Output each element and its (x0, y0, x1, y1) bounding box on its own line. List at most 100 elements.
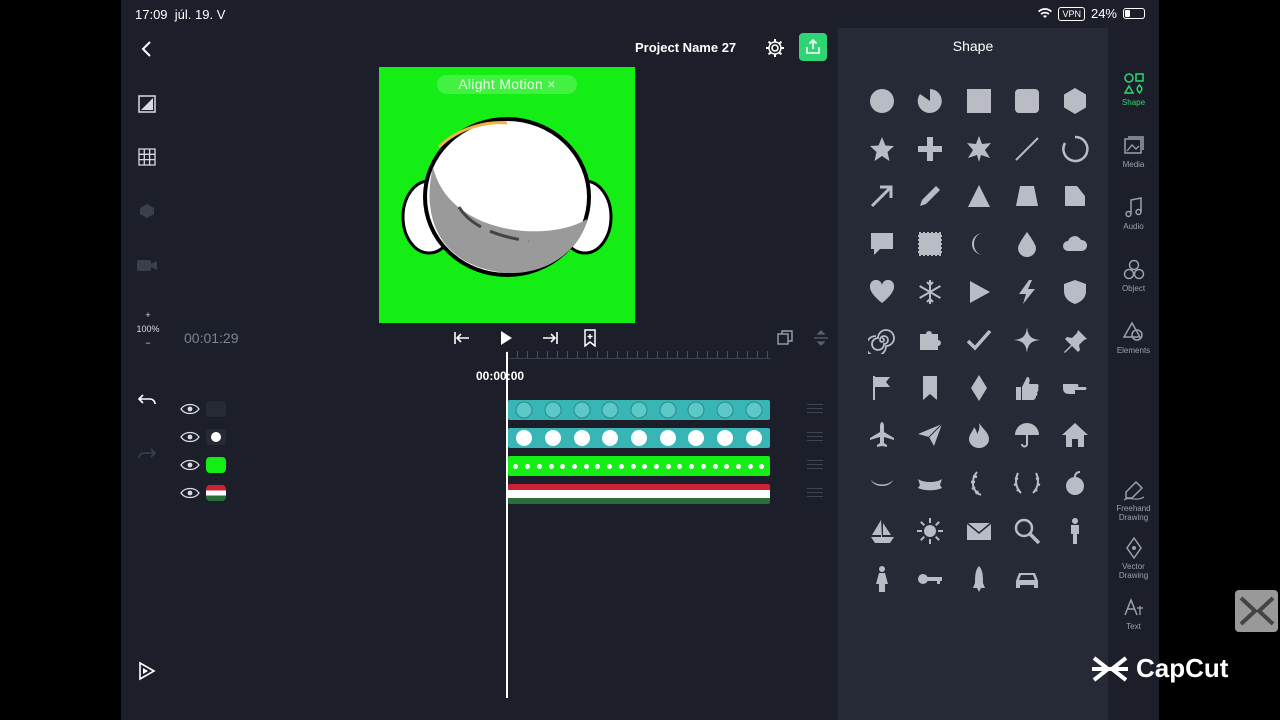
shape-envelope[interactable] (955, 507, 1003, 555)
shape-cross[interactable] (906, 125, 954, 173)
shape-star[interactable] (858, 125, 906, 173)
shape-magnifier[interactable] (1003, 507, 1051, 555)
timeline-clip[interactable] (508, 456, 770, 476)
shape-diamond[interactable] (955, 364, 1003, 412)
shape-laurel[interactable] (1003, 459, 1051, 507)
eye-icon[interactable] (180, 487, 200, 499)
eye-icon[interactable] (180, 431, 200, 443)
shape-bookmark[interactable] (906, 364, 954, 412)
shape-smile-curve[interactable] (858, 459, 906, 507)
shape-pushpin[interactable] (1051, 316, 1099, 364)
shape-fruit[interactable] (1051, 459, 1099, 507)
shape-drop[interactable] (1003, 220, 1051, 268)
shape-car[interactable] (1003, 555, 1051, 603)
nav-shape[interactable]: Shape (1108, 72, 1159, 107)
shape-cloud[interactable] (1051, 220, 1099, 268)
shape-triangle[interactable] (955, 173, 1003, 221)
shape-pointing-hand[interactable] (1051, 364, 1099, 412)
zoom-out-button[interactable]: − (131, 336, 165, 350)
timeline-ruler[interactable] (507, 351, 771, 359)
drag-handle-icon[interactable] (807, 429, 823, 444)
shape-spiral[interactable] (858, 316, 906, 364)
jump-start-button[interactable] (451, 327, 473, 349)
shape-person-female[interactable] (858, 555, 906, 603)
shape-flame[interactable] (955, 412, 1003, 460)
shape-circle[interactable] (858, 77, 906, 125)
shape-star-burst[interactable] (955, 125, 1003, 173)
nav-audio[interactable]: Audio (1108, 196, 1159, 231)
layer-row[interactable] (176, 455, 236, 477)
shape-flag[interactable] (858, 364, 906, 412)
drag-handle-icon[interactable] (807, 401, 823, 416)
bookmark-button[interactable] (579, 327, 601, 349)
shape-umbrella[interactable] (1003, 412, 1051, 460)
track-height-button[interactable] (810, 327, 832, 349)
shape-arc[interactable] (1051, 125, 1099, 173)
layer-row[interactable] (176, 399, 236, 421)
undo-button[interactable] (135, 388, 159, 412)
shape-sparkle[interactable] (1003, 316, 1051, 364)
shape-pencil[interactable] (906, 173, 954, 221)
eye-icon[interactable] (180, 459, 200, 471)
shape-hexagon[interactable] (1051, 77, 1099, 125)
nav-elements[interactable]: Elements (1108, 320, 1159, 355)
nav-media[interactable]: Media (1108, 134, 1159, 169)
alight-motion-watermark[interactable]: Alight Motion × (437, 75, 577, 94)
shape-laurel-left[interactable] (955, 459, 1003, 507)
camera-button[interactable] (135, 253, 159, 277)
shape-person-male[interactable] (1051, 507, 1099, 555)
timeline-clip[interactable] (508, 484, 770, 504)
shape-shield[interactable] (1051, 268, 1099, 316)
shape-line[interactable] (1003, 125, 1051, 173)
shape-play[interactable] (955, 268, 1003, 316)
layer-row[interactable] (176, 483, 236, 505)
add-layer-button[interactable] (135, 659, 159, 683)
shape-airplane[interactable] (858, 412, 906, 460)
play-button[interactable] (495, 327, 517, 349)
timeline-clip[interactable] (508, 428, 770, 448)
shape-arrow[interactable] (858, 173, 906, 221)
drag-handle-icon[interactable] (807, 457, 823, 472)
export-button[interactable] (799, 33, 827, 61)
timeline-clip[interactable] (508, 400, 770, 420)
jump-end-button[interactable] (539, 327, 561, 349)
shape-thumbs-up[interactable] (1003, 364, 1051, 412)
shape-square[interactable] (955, 77, 1003, 125)
shape-corner-shape[interactable] (1051, 173, 1099, 221)
layer-row[interactable] (176, 427, 236, 449)
redo-button[interactable] (135, 442, 159, 466)
shape-key[interactable] (906, 555, 954, 603)
shape-crescent[interactable] (955, 220, 1003, 268)
shape-sun[interactable] (906, 507, 954, 555)
duplicate-button[interactable] (774, 327, 796, 349)
shape-paper-plane[interactable] (906, 412, 954, 460)
project-title[interactable]: Project Name 27 (635, 40, 736, 55)
shape-checkmark[interactable] (955, 316, 1003, 364)
zoom-in-button[interactable]: + (131, 308, 165, 322)
shape-stamp[interactable] (906, 220, 954, 268)
drag-handle-icon[interactable] (807, 485, 823, 500)
back-button[interactable] (135, 37, 159, 61)
shape-rocket[interactable] (955, 555, 1003, 603)
shape-trapezoid[interactable] (1003, 173, 1051, 221)
shape-rounded-square[interactable] (1003, 77, 1051, 125)
shape-banner[interactable] (906, 459, 954, 507)
canvas-preview[interactable]: Alight Motion × (379, 67, 635, 323)
shape-house[interactable] (1051, 412, 1099, 460)
grid-button[interactable] (135, 145, 159, 169)
eye-icon[interactable] (180, 403, 200, 415)
nav-freehand[interactable]: Freehand Drawing (1108, 478, 1159, 522)
settings-gear-icon[interactable] (764, 37, 786, 59)
shape-speech-bubble[interactable] (858, 220, 906, 268)
nav-object[interactable]: Object (1108, 258, 1159, 293)
shape-pie[interactable] (906, 77, 954, 125)
shape-puzzle[interactable] (906, 316, 954, 364)
shape-lightning[interactable] (1003, 268, 1051, 316)
nav-text[interactable]: Text (1108, 596, 1159, 631)
aspect-ratio-button[interactable] (135, 92, 159, 116)
shape-snowflake[interactable] (906, 268, 954, 316)
3d-button[interactable] (135, 199, 159, 223)
shape-sailboat[interactable] (858, 507, 906, 555)
shape-heart[interactable] (858, 268, 906, 316)
nav-vector[interactable]: Vector Drawing (1108, 536, 1159, 580)
